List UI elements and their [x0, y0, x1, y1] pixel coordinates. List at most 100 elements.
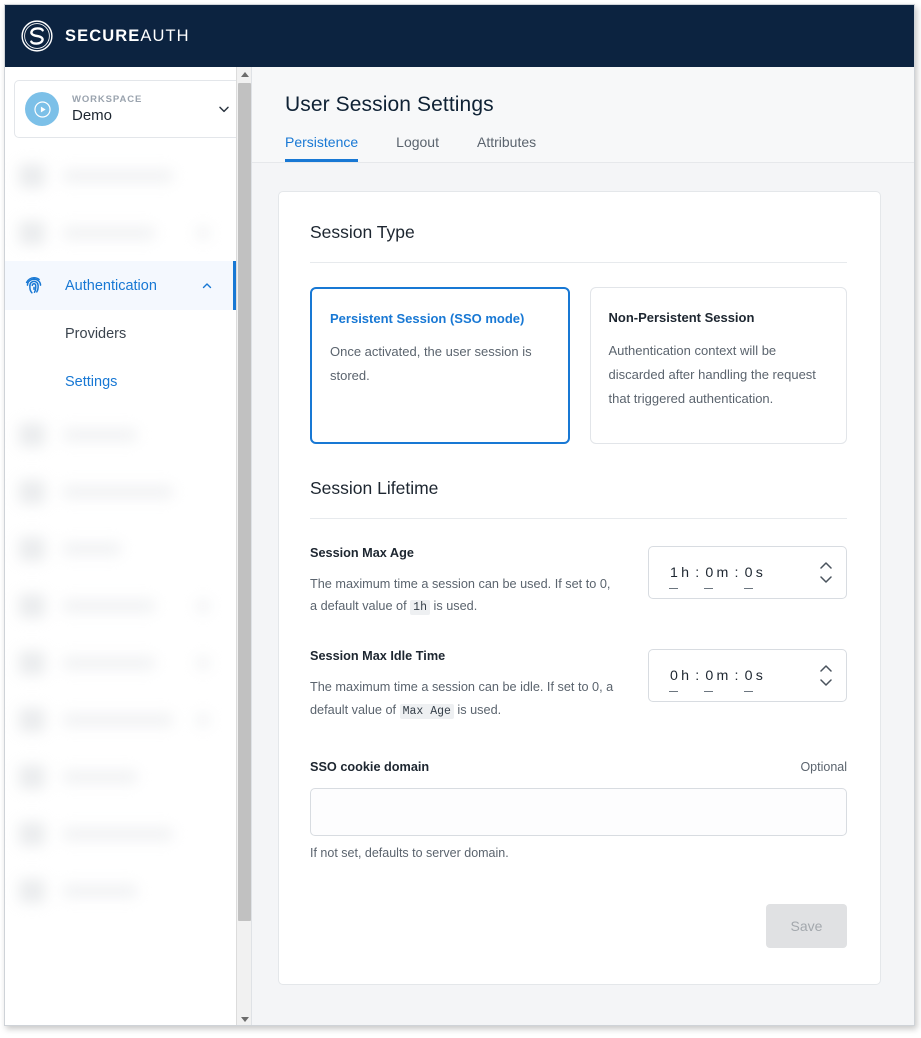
placeholder-label	[63, 884, 137, 897]
placeholder-icon	[19, 163, 45, 188]
session-type-persistent-title: Persistent Session (SSO mode)	[330, 311, 525, 326]
list-item[interactable]	[5, 577, 237, 634]
workspace-label: WORKSPACE	[72, 94, 143, 105]
session-type-persistent-card[interactable]: Persistent Session (SSO mode) Once activ…	[310, 287, 570, 444]
placeholder-icon	[19, 536, 45, 561]
page-header: User Session Settings Persistence Logout…	[252, 67, 914, 163]
seconds-unit: s	[755, 667, 764, 684]
hours-value: 0	[670, 667, 679, 684]
separator: :	[695, 564, 700, 581]
session-type-heading: Session Type	[310, 222, 415, 242]
minutes-unit: m	[716, 667, 729, 684]
minutes-unit: m	[716, 564, 729, 581]
placeholder-icon	[19, 479, 45, 504]
session-max-age-input[interactable]: 1h : 0m : 0s	[648, 546, 847, 599]
session-type-options: Persistent Session (SSO mode) Once activ…	[310, 287, 847, 444]
placeholder-icon	[19, 878, 45, 903]
seconds-segment[interactable]: 0s	[743, 564, 764, 589]
separator: :	[695, 667, 700, 684]
session-lifetime-heading: Session Lifetime	[310, 478, 439, 498]
form-actions: Save	[310, 903, 847, 948]
tab-attributes[interactable]: Attributes	[477, 134, 536, 162]
sidebar-blurred-group-bottom	[5, 406, 237, 919]
placeholder-chevron-icon	[197, 713, 209, 726]
list-item[interactable]	[5, 748, 237, 805]
seconds-segment[interactable]: 0s	[743, 667, 764, 692]
hours-segment[interactable]: 1h	[669, 564, 690, 589]
minutes-value: 0	[705, 667, 714, 684]
application-window: SECUREAUTH WORKSPACE Demo Authentication…	[4, 4, 915, 1026]
session-type-persistent-description: Once activated, the user session is stor…	[330, 344, 532, 384]
placeholder-chevron-icon	[197, 656, 209, 669]
minutes-segment[interactable]: 0m	[704, 564, 729, 589]
session-type-non-persistent-card[interactable]: Non-Persistent Session Authentication co…	[589, 287, 847, 444]
sidebar-item-providers[interactable]: Providers	[5, 310, 237, 358]
list-item[interactable]	[5, 805, 237, 862]
sidebar: WORKSPACE Demo Authentication Providers …	[5, 67, 252, 1025]
divider	[310, 262, 847, 263]
seconds-value: 0	[744, 564, 753, 581]
secureauth-circle-s-logo-icon	[21, 20, 53, 52]
seconds-unit: s	[755, 564, 764, 581]
brand-name-bold: SECURE	[65, 26, 141, 45]
hours-value: 1	[670, 564, 679, 581]
tab-persistence[interactable]: Persistence	[285, 134, 359, 162]
desc-code: 1h	[410, 600, 430, 616]
placeholder-label	[63, 542, 121, 555]
sidebar-blurred-group-top	[5, 147, 237, 261]
placeholder-label	[63, 599, 155, 612]
placeholder-icon	[19, 707, 45, 732]
sidebar-item-authentication[interactable]: Authentication	[5, 261, 237, 310]
session-max-age-row: Session Max Age The maximum time a sessi…	[310, 546, 847, 618]
placeholder-chevron-icon	[197, 599, 209, 612]
placeholder-label	[63, 226, 155, 239]
chevron-up-icon[interactable]	[200, 279, 214, 293]
stepper-up-icon[interactable]	[820, 562, 832, 569]
placeholder-label	[63, 656, 155, 669]
minutes-segment[interactable]: 0m	[704, 667, 729, 692]
placeholder-label	[63, 827, 173, 840]
hours-segment[interactable]: 0h	[669, 667, 690, 692]
stepper-down-icon[interactable]	[820, 576, 832, 583]
optional-badge: Optional	[800, 759, 847, 774]
scroll-down-arrow-icon	[240, 1017, 249, 1022]
page-title: User Session Settings	[285, 93, 494, 116]
brand-logo[interactable]: SECUREAUTH	[20, 19, 190, 53]
session-max-idle-input[interactable]: 0h : 0m : 0s	[648, 649, 847, 703]
sidebar-subitem-label: Settings	[65, 374, 118, 390]
save-button[interactable]: Save	[766, 903, 847, 948]
seconds-value: 0	[744, 667, 753, 684]
desc-text-2: is used.	[453, 702, 502, 717]
stepper-up-icon[interactable]	[820, 665, 832, 673]
placeholder-icon	[19, 821, 45, 846]
sso-cookie-domain-input[interactable]	[310, 787, 847, 836]
tab-logout[interactable]: Logout	[396, 134, 439, 162]
scrollbar-thumb[interactable]	[238, 83, 251, 921]
list-item[interactable]	[5, 147, 237, 204]
list-item[interactable]	[5, 204, 237, 261]
list-item[interactable]	[5, 406, 237, 463]
sso-cookie-domain-hint: If not set, defaults to server domain.	[310, 845, 509, 860]
time-value: 0h : 0m : 0s	[669, 667, 764, 692]
sidebar-item-settings[interactable]: Settings	[5, 358, 237, 406]
list-item[interactable]	[5, 634, 237, 691]
stepper-down-icon[interactable]	[820, 679, 832, 687]
chevron-down-icon[interactable]	[216, 101, 232, 117]
time-value: 1h : 0m : 0s	[669, 564, 764, 589]
sidebar-item-label: Authentication	[65, 277, 157, 294]
workspace-selector[interactable]: WORKSPACE Demo	[14, 80, 243, 138]
scrollbar-down-button[interactable]	[237, 1012, 252, 1025]
list-item[interactable]	[5, 520, 237, 577]
play-circle-icon	[33, 100, 51, 118]
list-item[interactable]	[5, 463, 237, 520]
placeholder-icon	[19, 650, 45, 675]
list-item[interactable]	[5, 862, 237, 919]
sidebar-scrollbar[interactable]	[236, 67, 252, 1025]
list-item[interactable]	[5, 691, 237, 748]
top-brand-bar: SECUREAUTH	[5, 5, 914, 67]
scrollbar-up-button[interactable]	[237, 67, 252, 82]
workspace-name: Demo	[72, 107, 113, 124]
session-max-age-label: Session Max Age	[310, 546, 414, 560]
session-max-idle-stepper[interactable]	[820, 665, 832, 687]
session-max-age-stepper[interactable]	[820, 562, 832, 583]
